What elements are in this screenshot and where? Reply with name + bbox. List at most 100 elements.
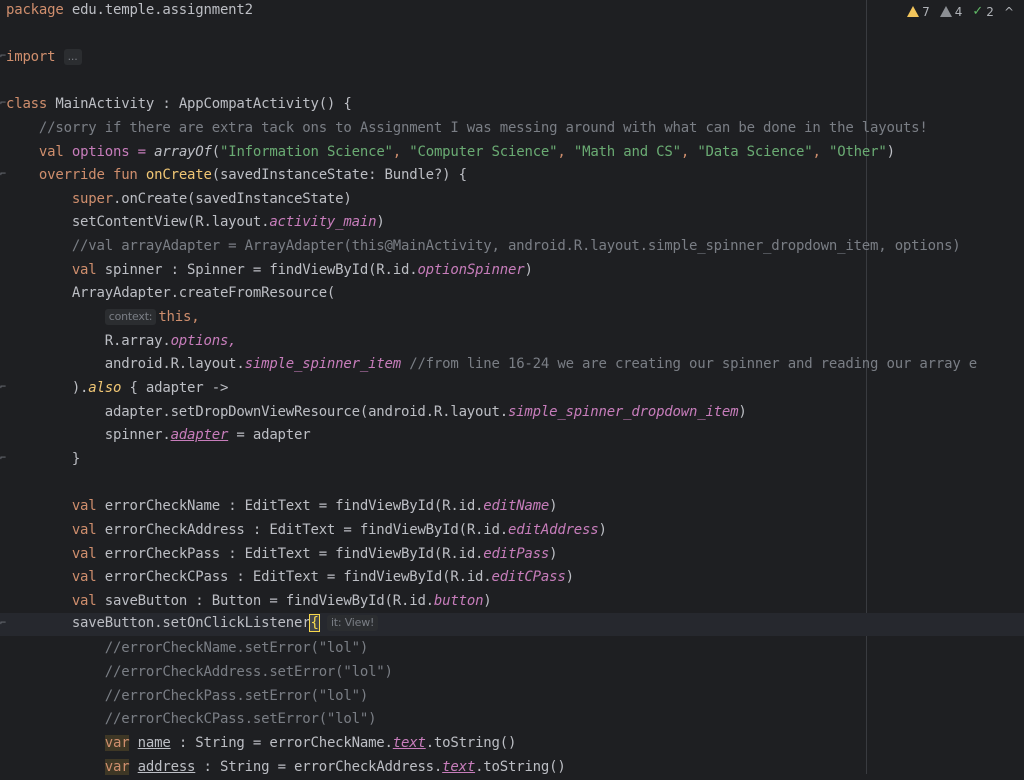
property-name: options = [63, 144, 155, 160]
comma: , [680, 144, 698, 160]
code-line[interactable]: android.R.layout.simple_spinner_item //f… [6, 354, 977, 377]
code-line[interactable]: super.onCreate(savedInstanceState) [6, 189, 352, 212]
keyword: super [6, 191, 113, 207]
comma: , [557, 144, 574, 160]
ok-count: 2 [986, 4, 994, 19]
comma: , [812, 144, 829, 160]
code-line[interactable]: setContentView(R.layout.activity_main) [6, 212, 385, 235]
fold-marker-icon[interactable]: ⌐ [0, 619, 6, 629]
code-line[interactable]: val errorCheckName : EditText = findView… [6, 496, 558, 519]
declaration: saveButton : Button = findViewById(R.id. [96, 593, 434, 609]
fold-marker-icon[interactable]: ⌐ [0, 170, 6, 180]
code-line[interactable]: spinner.adapter = adapter [6, 425, 311, 448]
lambda-parameter-hint: it: View! [326, 615, 379, 631]
folded-imports[interactable]: ... [63, 49, 82, 65]
variable-name: name [137, 735, 171, 751]
code-line[interactable]: var name : String = errorCheckName.text.… [6, 733, 516, 756]
current-code-line[interactable]: saveButton.setOnClickListener{ it: View! [0, 613, 1024, 636]
variable-name: address [137, 759, 196, 775]
check-icon: ✓ [972, 4, 984, 19]
declaration: : String = errorCheckName. [170, 735, 393, 751]
paren: ). [6, 380, 89, 396]
code-line[interactable]: } [6, 449, 80, 472]
comment: //errorCheckPass.setError("lol") [6, 688, 369, 704]
argument: android.R.layout. [6, 356, 245, 372]
code-line[interactable]: R.array.options, [6, 331, 237, 354]
class-declaration: MainActivity : AppCompatActivity() { [47, 96, 352, 112]
weak-warning-icon [939, 6, 952, 17]
code-line[interactable]: val errorCheckAddress : EditText = findV… [6, 520, 607, 543]
warnings-indicator[interactable]: 7 [907, 5, 930, 19]
resource-ref: editAddress [507, 522, 599, 538]
declaration: errorCheckName : EditText = findViewById… [96, 498, 484, 514]
comment: //sorry if there are extra tack ons to A… [6, 120, 928, 136]
keyword: class [6, 96, 48, 112]
right-margin-guide [866, 0, 867, 774]
code-line[interactable]: package edu.temple.assignment2 [6, 0, 253, 23]
keyword: val [6, 569, 97, 585]
function-call: also [88, 380, 122, 396]
fold-marker-icon[interactable]: ⌐ [0, 99, 6, 109]
fold-marker-icon[interactable]: ⌐ [0, 454, 6, 464]
resource-ref: simple_spinner_item [244, 356, 402, 372]
string-literal: "Other" [828, 144, 887, 160]
comma: , [392, 144, 410, 160]
ok-indicator[interactable]: ✓ 2 [972, 4, 994, 19]
code-line[interactable]: //val arrayAdapter = ArrayAdapter(this@M… [6, 236, 961, 259]
paren: ) [886, 144, 895, 160]
code-line[interactable]: adapter.setDropDownViewResource(android.… [6, 402, 747, 425]
code-line[interactable]: context: this, [6, 307, 200, 330]
fold-marker-icon[interactable]: ⌐ [0, 52, 6, 62]
code-line[interactable]: //errorCheckPass.setError("lol") [6, 686, 369, 709]
code-line[interactable]: val options = arrayOf("Information Scien… [6, 142, 895, 165]
method-call: adapter.setDropDownViewResource(android.… [6, 404, 508, 420]
code-line[interactable]: val saveButton : Button = findViewById(R… [6, 591, 492, 614]
code-line[interactable]: //errorCheckName.setError("lol") [6, 638, 369, 661]
paren: ) [524, 262, 533, 278]
code-line[interactable]: //errorCheckAddress.setError("lol") [6, 662, 393, 685]
method-call: .onCreate(savedInstanceState) [112, 191, 352, 207]
keyword: val [6, 593, 97, 609]
code-line[interactable]: class MainActivity : AppCompatActivity()… [6, 94, 352, 117]
declaration: errorCheckAddress : EditText = findViewB… [96, 522, 508, 538]
keyword: val [6, 498, 97, 514]
keyword: import [6, 49, 56, 65]
code-line[interactable]: val errorCheckCPass : EditText = findVie… [6, 567, 574, 590]
code-line[interactable]: ).also { adapter -> [6, 378, 229, 401]
code-line[interactable]: var address : String = errorCheckAddress… [6, 757, 566, 780]
weak-warnings-indicator[interactable]: 4 [939, 5, 962, 19]
function-name: onCreate [137, 167, 212, 183]
string-literal: "Information Science" [219, 144, 393, 160]
comment: //val arrayAdapter = ArrayAdapter(this@M… [6, 238, 961, 254]
code-line[interactable]: //errorCheckCPass.setError("lol") [6, 709, 377, 732]
keyword: val [6, 546, 97, 562]
inspection-widget[interactable]: 7 4 ✓ 2 ^ [907, 4, 1014, 19]
keyword: var [104, 735, 130, 751]
code-editor[interactable]: package edu.temple.assignment2 import ..… [0, 0, 1024, 775]
declaration: spinner : Spinner = findViewById(R.id. [96, 262, 418, 278]
code-line[interactable]: val spinner : Spinner = findViewById(R.i… [6, 260, 533, 283]
paren: ) [483, 593, 492, 609]
package-name: edu.temple.assignment2 [63, 2, 253, 18]
string-literal: "Data Science" [697, 144, 813, 160]
chevron-up-icon[interactable]: ^ [1004, 5, 1014, 19]
code-line[interactable]: val errorCheckPass : EditText = findView… [6, 544, 558, 567]
method-call: setContentView(R.layout. [6, 214, 270, 230]
assignment: = adapter [228, 427, 311, 443]
method-call: .toString() [425, 735, 517, 751]
synthetic-property: text [442, 759, 476, 775]
code-line[interactable]: import ... [6, 47, 84, 70]
paren: ( [211, 144, 220, 160]
resource-ref: options, [170, 333, 237, 349]
paren: ) [376, 214, 385, 230]
code-line[interactable]: ArrayAdapter.createFromResource( [6, 283, 336, 306]
resource-ref: activity_main [269, 214, 377, 230]
code-line[interactable]: override fun onCreate(savedInstanceState… [6, 165, 467, 188]
paren: ) [549, 546, 558, 562]
parameters: (savedInstanceState: Bundle?) { [211, 167, 467, 183]
identifier: spinner. [6, 427, 171, 443]
fold-marker-icon[interactable]: ⌐ [0, 383, 6, 393]
code-line[interactable]: //sorry if there are extra tack ons to A… [6, 118, 928, 141]
keyword: val [6, 144, 64, 160]
